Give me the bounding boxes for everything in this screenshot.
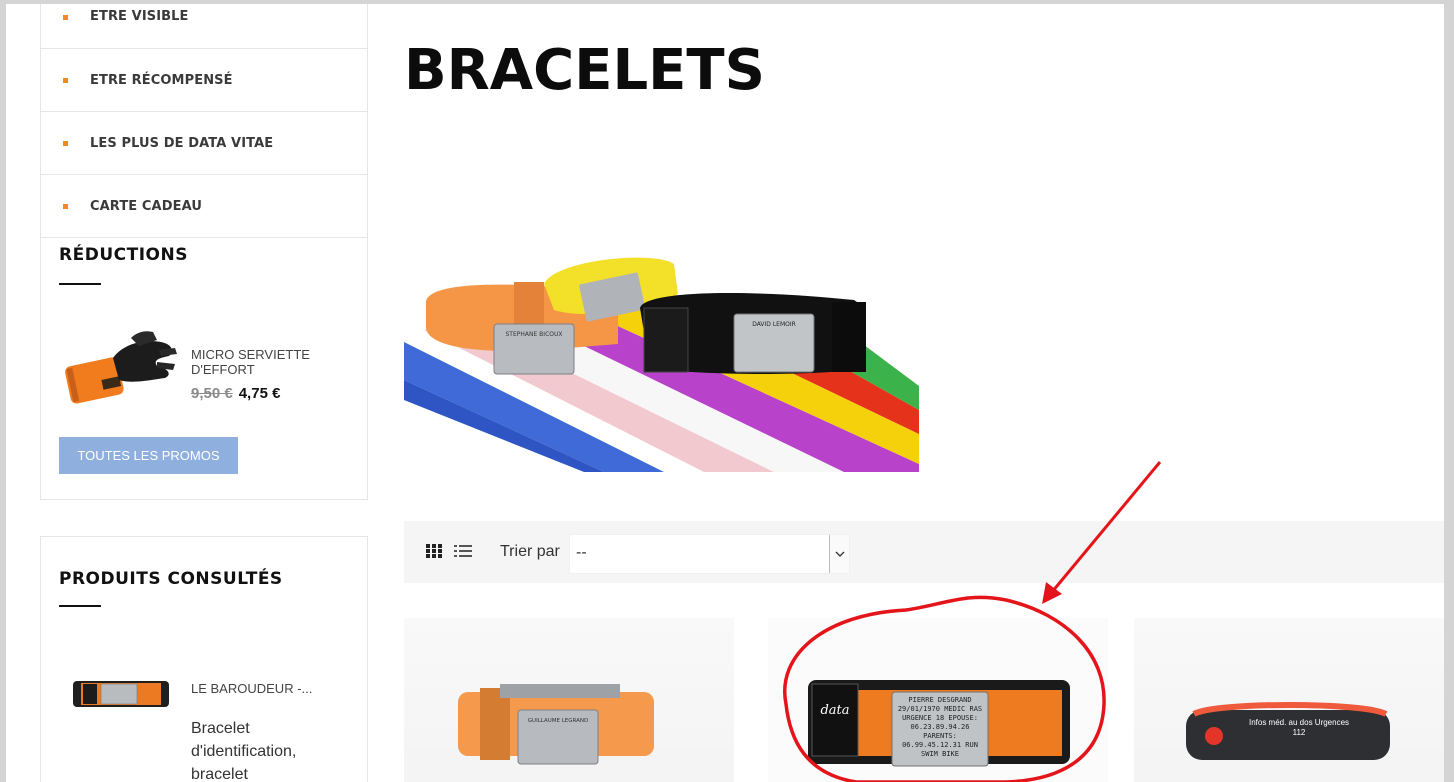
- sidebar-item-etre-recompense[interactable]: ETRE RÉCOMPENSÉ: [41, 49, 367, 112]
- product-card-highlighted[interactable]: data PIERRE DESGRAND 29/01/1970 MEDIC RA…: [768, 618, 1108, 782]
- list-view-icon[interactable]: [454, 544, 472, 558]
- grid-view-icon[interactable]: [426, 544, 442, 558]
- sidebar-item-label: CARTE CADEAU: [90, 198, 202, 214]
- svg-text:DAVID LEMOIR: DAVID LEMOIR: [752, 321, 796, 328]
- sidebar-item-label: ETRE VISIBLE: [90, 9, 189, 24]
- svg-text:GUILLAUME LEGRAND: GUILLAUME LEGRAND: [528, 718, 588, 724]
- viewed-products-panel: PRODUITS CONSULTÉS LE BAROUDEUR -... Bra…: [40, 536, 368, 782]
- sort-select[interactable]: --: [569, 534, 850, 574]
- product-card[interactable]: Infos méd. au dos Urgences 112: [1134, 618, 1444, 782]
- sidebar-item-carte-cadeau[interactable]: CARTE CADEAU: [41, 175, 367, 238]
- sort-toolbar: Trier par --: [404, 521, 1444, 583]
- sort-selected-value: --: [576, 544, 587, 561]
- title-underline: [59, 283, 101, 285]
- product-image[interactable]: GUILLAUME LEGRAND: [404, 618, 734, 782]
- sort-label: Trier par: [500, 543, 560, 560]
- all-promos-button[interactable]: TOUTES LES PROMOS: [59, 437, 238, 474]
- promo-product-image[interactable]: [61, 328, 179, 408]
- new-price: 4,75 €: [238, 385, 281, 402]
- viewed-products-title: PRODUITS CONSULTÉS: [59, 569, 283, 589]
- arrow-head: [1042, 582, 1062, 604]
- sidebar-item-label: LES PLUS DE DATA VITAE: [90, 135, 274, 151]
- svg-text:STEPHANE BICOUX: STEPHANE BICOUX: [506, 331, 563, 338]
- product-image[interactable]: Infos méd. au dos Urgences 112: [1134, 618, 1444, 782]
- viewed-product-name[interactable]: LE BAROUDEUR -...: [191, 681, 312, 696]
- product-image[interactable]: data PIERRE DESGRAND 29/01/1970 MEDIC RA…: [768, 618, 1108, 782]
- viewed-product-image[interactable]: [71, 675, 171, 713]
- bullet-icon: [63, 203, 68, 209]
- sidebar-item-label: ETRE RÉCOMPENSÉ: [90, 72, 233, 88]
- category-banner-image: STEPHANE BICOUX DAVID LEMOIR: [404, 257, 919, 472]
- title-underline: [59, 605, 101, 607]
- promo-product-name[interactable]: MICRO SERVIETTE D'EFFORT: [191, 347, 331, 377]
- promo-prices: 9,50 € 4,75 €: [191, 385, 280, 402]
- sidebar-item-les-plus[interactable]: LES PLUS DE DATA VITAE: [41, 112, 367, 175]
- old-price: 9,50 €: [191, 385, 233, 402]
- product-card[interactable]: GUILLAUME LEGRAND: [404, 618, 734, 782]
- viewed-product-description: Bracelet d'identification, bracelet: [191, 720, 297, 782]
- page-title: BRACELETS: [404, 38, 765, 103]
- bullet-icon: [63, 77, 68, 83]
- sidebar-panel: ETRE VISIBLE ETRE RÉCOMPENSÉ LES PLUS DE…: [40, 4, 368, 500]
- chevron-down-icon[interactable]: [829, 535, 849, 573]
- sidebar-item-etre-visible[interactable]: ETRE VISIBLE: [41, 4, 367, 49]
- bullet-icon: [63, 140, 68, 146]
- svg-text:data: data: [820, 703, 849, 718]
- page: ETRE VISIBLE ETRE RÉCOMPENSÉ LES PLUS DE…: [6, 4, 1444, 782]
- bullet-icon: [63, 15, 68, 20]
- reductions-title: RÉDUCTIONS: [59, 245, 188, 265]
